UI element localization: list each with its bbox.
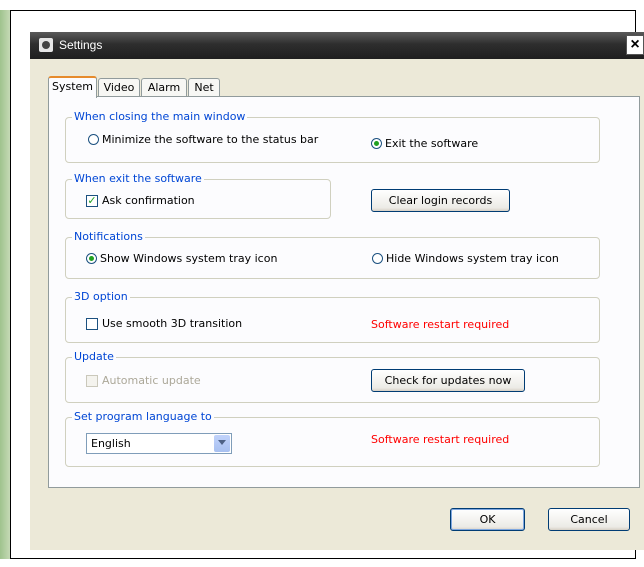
title-bar[interactable]: Settings × xyxy=(30,32,644,59)
group-closing-label: When closing the main window xyxy=(72,110,248,124)
group-notifications: Notifications Show Windows system tray i… xyxy=(65,230,600,279)
radio-show-tray-label: Show Windows system tray icon xyxy=(100,252,278,265)
window-title: Settings xyxy=(59,38,103,52)
automatic-update-label: Automatic update xyxy=(102,374,201,387)
group-3d-option-label: 3D option xyxy=(72,290,130,304)
group-language: Set program language to English Software… xyxy=(65,410,600,467)
tab-video[interactable]: Video xyxy=(98,78,140,97)
tab-alarm[interactable]: Alarm xyxy=(141,78,187,97)
chevron-down-icon[interactable] xyxy=(214,435,230,452)
smooth-3d-check-icon xyxy=(86,317,98,330)
radio-hide-tray-indicator xyxy=(372,253,383,264)
radio-minimize-label: Minimize the software to the status bar xyxy=(102,133,319,146)
restart-warning-language: Software restart required xyxy=(371,433,510,446)
smooth-3d-label: Use smooth 3D transition xyxy=(102,317,243,330)
radio-minimize-indicator xyxy=(88,134,99,145)
radio-hide-tray-label: Hide Windows system tray icon xyxy=(386,252,559,265)
cancel-button[interactable]: Cancel xyxy=(548,508,630,531)
group-language-label: Set program language to xyxy=(72,410,214,424)
radio-minimize[interactable]: Minimize the software to the status bar xyxy=(88,133,318,146)
group-exit-label: When exit the software xyxy=(72,172,204,186)
restart-warning-3d: Software restart required xyxy=(371,318,510,331)
radio-show-tray-indicator xyxy=(86,253,97,264)
clear-login-records-button[interactable]: Clear login records xyxy=(371,189,510,212)
close-button[interactable]: × xyxy=(626,35,644,55)
radio-exit[interactable]: Exit the software xyxy=(371,137,478,150)
smooth-3d-checkbox[interactable]: Use smooth 3D transition xyxy=(86,317,242,330)
ok-button[interactable]: OK xyxy=(450,508,525,531)
automatic-update-check-icon xyxy=(86,374,98,387)
automatic-update-checkbox[interactable]: Automatic update xyxy=(86,374,201,387)
radio-hide-tray[interactable]: Hide Windows system tray icon xyxy=(372,252,559,265)
tab-system[interactable]: System xyxy=(48,76,97,98)
radio-show-tray[interactable]: Show Windows system tray icon xyxy=(86,252,277,265)
background-window-edge xyxy=(0,10,10,559)
group-closing: When closing the main window Minimize th… xyxy=(65,110,600,163)
ask-confirmation-checkbox[interactable]: ✓ Ask confirmation xyxy=(86,194,195,207)
check-for-updates-button[interactable]: Check for updates now xyxy=(371,369,525,392)
system-tab-panel: When closing the main window Minimize th… xyxy=(48,96,640,488)
settings-dialog: Settings × System Video Alarm Net When c… xyxy=(30,32,644,550)
group-3d-option: 3D option Use smooth 3D transition Softw… xyxy=(65,290,600,343)
group-notifications-label: Notifications xyxy=(72,230,145,244)
ask-confirmation-check-icon: ✓ xyxy=(86,193,98,207)
tab-net[interactable]: Net xyxy=(188,78,220,97)
radio-exit-indicator xyxy=(371,138,382,149)
language-select[interactable]: English xyxy=(86,433,232,454)
ask-confirmation-label: Ask confirmation xyxy=(102,194,195,207)
language-select-value: English xyxy=(91,437,131,450)
app-icon xyxy=(39,38,53,52)
radio-exit-label: Exit the software xyxy=(385,137,479,150)
group-update-label: Update xyxy=(72,350,116,364)
group-exit: When exit the software ✓ Ask confirmatio… xyxy=(65,172,331,219)
